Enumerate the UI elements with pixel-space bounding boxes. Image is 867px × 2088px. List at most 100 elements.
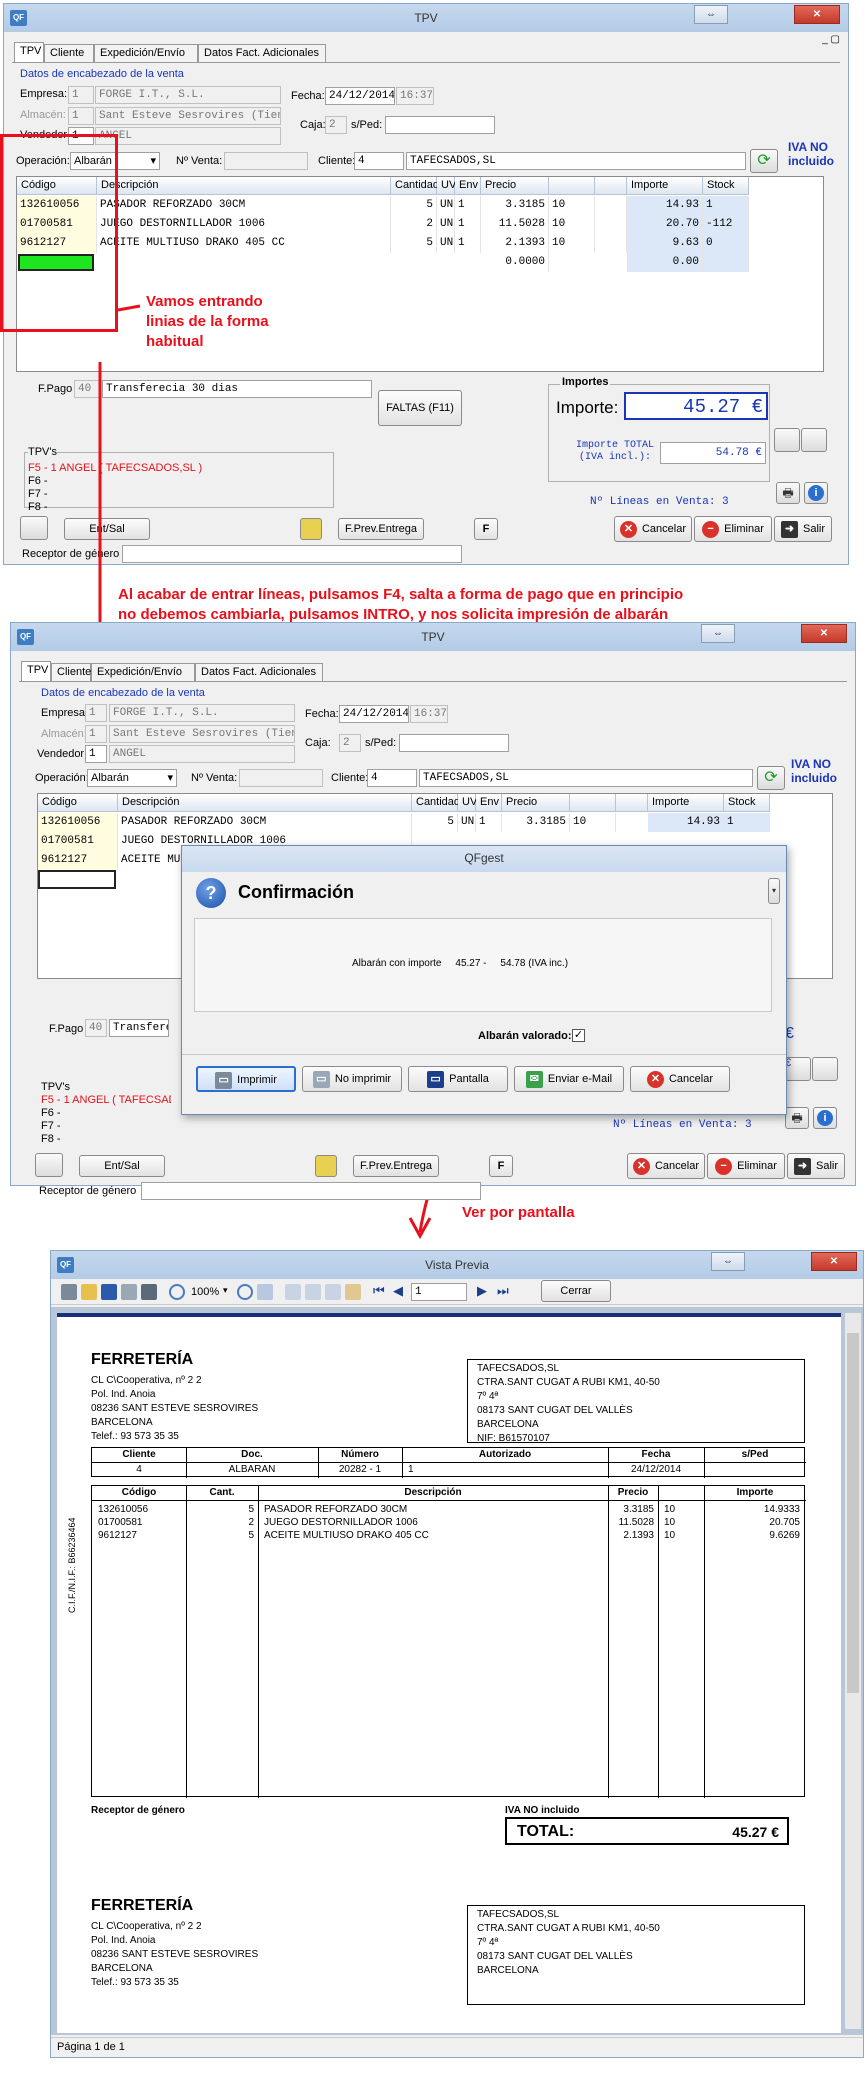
refresh-icon[interactable]: ⟳ [757,766,785,790]
cell-precio[interactable]: 3.3185 [502,813,570,832]
hdr-val-autorizado: 1 [408,1464,414,1475]
hdr-col-sped: s/Ped [741,1449,769,1460]
col-header-blank[interactable] [616,794,648,812]
dialog-cancelar-button[interactable]: ✕ Cancelar [630,1066,730,1092]
col-header-dto[interactable] [570,794,616,812]
fpago-code-field[interactable]: 40 [85,1019,107,1037]
printer-icon[interactable]: 🖶 [785,1107,809,1129]
tpv-window-2: QF TPV ⇔ ✕ TPV Cliente Expedición/Envío … [10,622,856,1200]
calculator-icon[interactable] [315,1155,337,1177]
next-page-icon[interactable]: ▶ [477,1283,487,1299]
tab-cliente[interactable]: Cliente [51,663,91,681]
cell-descripcion[interactable]: PASADOR REFORZADO 30CM [118,813,412,832]
restore-button[interactable]: ⇔ [701,624,735,643]
prev-page-icon[interactable]: ◀ [393,1283,403,1299]
cliente-code-field[interactable]: 4 [367,769,417,787]
vendedor-code-field[interactable]: 1 [85,745,107,763]
cell-env[interactable]: 1 [476,813,502,832]
zoom-select[interactable]: 100% [191,1286,219,1298]
cerrar-button[interactable]: Cerrar [541,1280,611,1302]
open-icon[interactable] [81,1284,97,1300]
tpv-f5[interactable]: F5 - 1 ANGEL ( TAFECSADOS,SL ) [41,1094,171,1106]
single-page-icon[interactable] [285,1284,301,1300]
close-button[interactable]: ✕ [801,624,847,643]
enviar-email-button[interactable]: ✉ Enviar e-Mail [514,1066,624,1092]
line-codigo: 01700581 [98,1517,143,1528]
receptor-field[interactable] [141,1182,481,1200]
last-page-icon[interactable]: ⏭ [497,1283,509,1299]
left-small-button[interactable] [35,1153,63,1177]
two-page-icon[interactable] [305,1284,321,1300]
first-page-icon[interactable]: ⏮ [373,1283,385,1299]
col-header-uv[interactable]: UV [458,794,477,812]
operacion-label: Operación: [35,772,89,784]
cell-codigo[interactable]: 01700581 [38,832,118,851]
zoom-out-icon[interactable] [237,1284,253,1300]
zoom-in-icon[interactable] [169,1284,185,1300]
dialog-menu-button[interactable]: ▾ [768,878,780,904]
scroll-thumb[interactable] [847,1333,859,1693]
tab-datos-fact[interactable]: Datos Fact. Adicionales [195,663,323,681]
operacion-select[interactable]: Albarán ▾ [87,769,177,787]
edit-icon[interactable] [345,1284,361,1300]
find-icon[interactable] [141,1284,157,1300]
pantalla-button[interactable]: ▭ Pantalla [408,1066,508,1092]
prev-entrega-button[interactable]: F.Prev.Entrega [353,1155,439,1177]
tpv-f8[interactable]: F8 - [41,1133,61,1145]
doc-receptor: Receptor de género [91,1805,185,1816]
eliminar-button[interactable]: − Eliminar [707,1153,785,1179]
scrollbar[interactable] [845,1313,861,2029]
col-header-descripcion[interactable]: Descripción [118,794,412,812]
sped-field[interactable] [399,734,509,752]
cliente-name-field: TAFECSADOS,SL [419,769,753,787]
company-line-3-copy: 08236 SANT ESTEVE SESROVIRES [91,1949,259,1960]
tpv-f6[interactable]: F6 - [41,1107,61,1119]
fit-icon[interactable] [257,1284,273,1300]
table-row[interactable]: 132610056 PASADOR REFORZADO 30CM 5 UN 1 … [38,813,832,832]
save-icon[interactable] [101,1284,117,1300]
col-header-cantidad[interactable]: Cantidad [412,794,460,812]
f-button[interactable]: F [489,1155,513,1177]
total-value: 45.27 € [732,1824,779,1840]
cell-cantidad[interactable]: 5 [412,813,458,832]
tpv-f7[interactable]: F7 - [41,1120,61,1132]
salir-button[interactable]: ➜ Salir [787,1153,845,1179]
status-page: Página 1 de 1 [57,2041,125,2053]
nav-button-right[interactable] [812,1057,838,1081]
monitor-icon: ▭ [427,1070,445,1088]
company-name-copy: FERRETERÍA [91,1897,194,1914]
fecha-field[interactable]: 24/12/2014 [339,705,409,723]
cell-codigo[interactable]: 9612127 [38,851,118,870]
cell-codigo[interactable]: 132610056 [38,813,118,832]
valorado-checkbox[interactable]: ✓ [572,1029,585,1042]
exit-icon: ➜ [793,1157,811,1175]
cell-uv[interactable]: UN [458,813,476,832]
col-header-stock[interactable]: Stock [724,794,770,812]
chevron-down-icon[interactable]: ▾ [223,1285,228,1296]
line-codigo: 9612127 [98,1530,137,1541]
entsal-button[interactable]: Ent/Sal [79,1155,165,1177]
cell-dto[interactable]: 10 [570,813,616,832]
tab-tpv[interactable]: TPV [21,661,51,681]
active-cell[interactable] [38,870,116,889]
tab-expedicion[interactable]: Expedición/Envío [91,663,195,681]
empresa-code-field[interactable]: 1 [85,704,107,722]
page-field[interactable]: 1 [411,1283,467,1301]
print-icon[interactable] [61,1284,77,1300]
book-icon[interactable] [325,1284,341,1300]
valorado-label: Albarán valorado: [478,1030,572,1042]
cancelar-button[interactable]: ✕ Cancelar [627,1153,705,1179]
export-icon[interactable] [121,1284,137,1300]
close-button[interactable]: ✕ [811,1252,857,1271]
col-header-precio[interactable]: Precio [502,794,570,812]
line-precio: 11.5028 [618,1517,654,1528]
imprimir-button[interactable]: ▭ Imprimir [196,1066,296,1092]
restore-button[interactable]: ⇔ [711,1252,745,1271]
col-header-codigo[interactable]: Código [38,794,118,812]
client-line-4: 08173 SANT CUGAT DEL VALLÈS [477,1405,633,1416]
line-importe: 20.705 [769,1517,800,1528]
no-imprimir-button[interactable]: ▭ No imprimir [302,1066,402,1092]
col-header-env[interactable]: Env [476,794,502,812]
info-icon[interactable]: i [813,1107,837,1129]
col-header-importe[interactable]: Importe [648,794,724,812]
